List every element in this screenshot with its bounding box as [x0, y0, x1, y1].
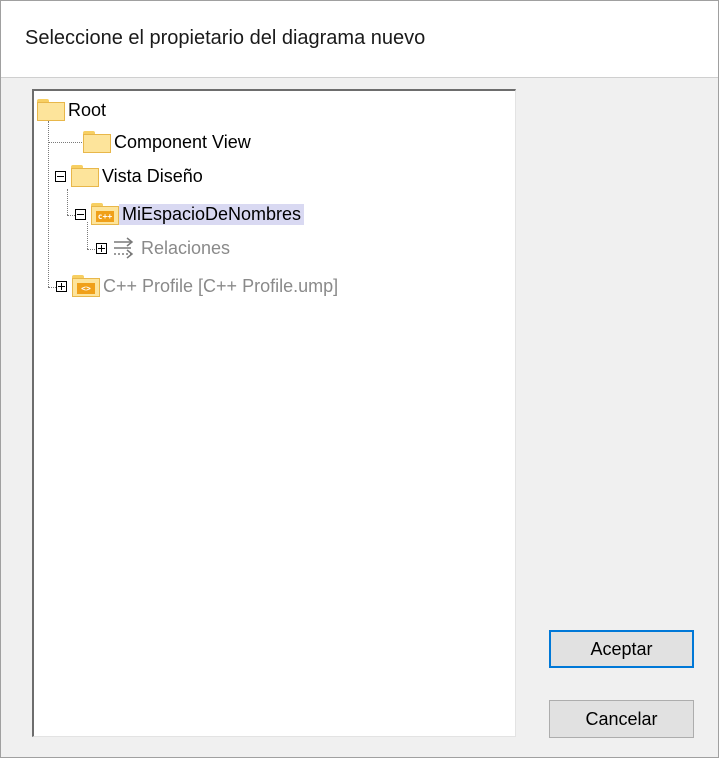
dialog-header: Seleccione el propietario del diagrama n…: [1, 1, 718, 78]
tree-node-label: Vista Diseño: [102, 165, 203, 186]
collapse-icon[interactable]: [75, 208, 86, 220]
collapse-icon[interactable]: [55, 170, 66, 182]
tree-node-label: Component View: [114, 131, 251, 152]
tree-line: [67, 189, 68, 215]
folder-icon: [83, 131, 111, 153]
profile-folder-icon: <>: [72, 275, 100, 297]
tree-node-relaciones[interactable]: Relaciones: [96, 233, 233, 263]
ok-button[interactable]: Aceptar: [549, 630, 694, 668]
profile-badge: <>: [77, 283, 95, 294]
relations-icon: [114, 237, 134, 259]
tree-node-label: MiEspacioDeNombres: [119, 203, 305, 225]
tree-line: [48, 142, 84, 143]
cpp-badge: c++: [96, 211, 114, 222]
tree-node-root[interactable]: Root: [37, 95, 109, 125]
tree-node-cpp-profile[interactable]: <> C++ Profile [C++ Profile.ump]: [56, 271, 341, 301]
cancel-button[interactable]: Cancelar: [549, 700, 694, 738]
folder-icon: [71, 165, 99, 187]
owner-tree[interactable]: Root Component View Vista Diseño c++ MiE…: [32, 89, 516, 737]
tree-node-label: Relaciones: [141, 237, 231, 258]
tree-node-label: C++ Profile [C++ Profile.ump]: [103, 275, 339, 296]
cpp-namespace-folder-icon: c++: [91, 203, 119, 225]
dialog-window: Seleccione el propietario del diagrama n…: [0, 0, 719, 758]
folder-icon: [37, 99, 65, 121]
tree-node-label: Root: [68, 99, 107, 120]
expand-icon[interactable]: [96, 242, 107, 254]
tree-node-vista-diseno[interactable]: Vista Diseño: [55, 161, 206, 191]
tree-node-component-view[interactable]: Component View: [83, 127, 254, 157]
tree-line: [48, 121, 49, 287]
expand-icon[interactable]: [56, 280, 67, 292]
dialog-title: Seleccione el propietario del diagrama n…: [25, 27, 426, 49]
tree-node-mi-espacio[interactable]: c++ MiEspacioDeNombres: [75, 199, 305, 229]
